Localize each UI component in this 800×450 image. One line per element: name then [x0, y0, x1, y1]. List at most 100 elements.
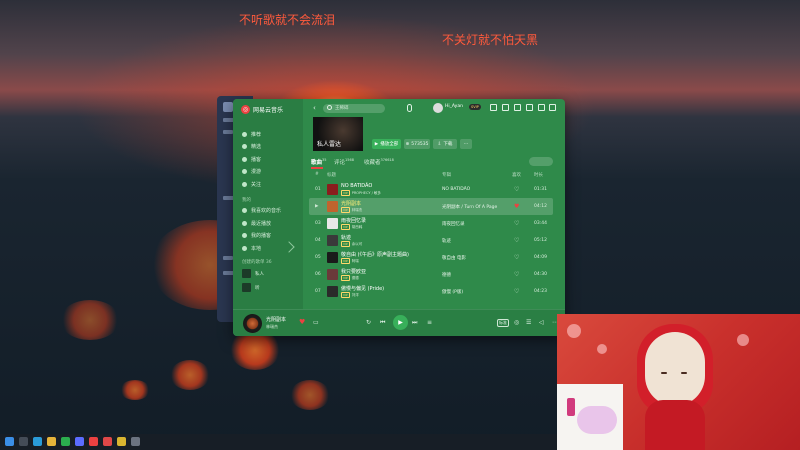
back-arrow-icon[interactable]: ‹ [313, 104, 316, 112]
track-artist[interactable]: 胡西韩 [352, 225, 363, 229]
now-playing-artist[interactable]: 林瑞杰 [266, 324, 278, 330]
like-heart-icon[interactable]: ♡ [514, 220, 519, 227]
sidebar-item-recommend[interactable]: 推荐 [239, 128, 297, 141]
download-button[interactable]: ⇩ 下载 [433, 139, 457, 149]
netease-music-icon[interactable] [89, 437, 98, 446]
minimize-icon[interactable] [538, 104, 545, 111]
playlist-search-input[interactable] [529, 157, 553, 166]
quality-badge[interactable]: 标准 [497, 319, 509, 327]
now-playing-cover[interactable] [243, 314, 262, 333]
folder-icon[interactable] [47, 437, 56, 446]
compass-icon [242, 144, 247, 150]
track-artist[interactable]: 德德 [352, 276, 359, 280]
prev-icon[interactable]: ⏮ [380, 319, 385, 327]
header-album[interactable]: 专辑 [442, 172, 451, 178]
track-artist[interactable]: 林瑞杰 [352, 208, 363, 212]
collect-button[interactable]: ⊕ 573535 [404, 139, 430, 149]
voice-search-icon[interactable] [407, 104, 412, 112]
track-album[interactable]: 雨夜回忆录 [442, 221, 465, 227]
track-duration: 03:44 [534, 221, 547, 226]
track-row[interactable]: 06 我只要欧亚 VIP 德德 德德 ♡ 04:30 [309, 266, 553, 283]
like-heart-icon[interactable]: ♡ [514, 271, 519, 278]
sidebar-playlist[interactable]: 私人 [239, 267, 297, 281]
wallpaper-glow [120, 380, 150, 400]
start-icon[interactable] [5, 437, 14, 446]
track-artist[interactable]: PROPHECY / 敏多 [352, 191, 381, 195]
track-artist[interactable]: 阿瑞 [352, 259, 359, 263]
track-thumb [327, 269, 338, 280]
track-album[interactable]: NO BATIDÃO [442, 187, 470, 192]
like-heart-icon[interactable]: ♡ [514, 237, 519, 244]
mini-mode-icon[interactable] [526, 104, 533, 111]
now-playing-title[interactable]: 光阴副本 [266, 316, 286, 323]
app-icon[interactable] [75, 437, 84, 446]
sidebar-playlist[interactable]: 听 [239, 281, 297, 295]
track-row[interactable]: 04 轨迹 VIP 余以可 轨迹 ♡ 05:12 [309, 232, 553, 249]
search-icon[interactable] [19, 437, 28, 446]
track-album[interactable]: 光阴副本 / Turn Of A Page [442, 204, 497, 210]
liked-heart-icon[interactable]: ♥ [514, 203, 519, 210]
vip-badge[interactable]: SVIP [469, 104, 481, 110]
track-row[interactable]: 03 雨夜回忆录 VIP 胡西韩 雨夜回忆录 ♡ 03:44 [309, 215, 553, 232]
track-duration: 04:09 [534, 255, 547, 260]
sidebar-item-recent[interactable]: 最近播放 [239, 217, 297, 230]
netease-logo-icon: ◎ [241, 105, 250, 114]
header-title[interactable]: 标题 [327, 172, 336, 178]
sidebar-item-follow[interactable]: 关注 [239, 178, 297, 191]
maximize-icon[interactable] [549, 104, 556, 111]
tab-collectors[interactable]: 收藏者376618 [364, 158, 394, 166]
app-icon[interactable] [117, 437, 126, 446]
playlist-thumb [242, 269, 251, 278]
vip-tag: VIP [341, 224, 350, 230]
player-bar: 光阴副本 林瑞杰 ♥ ▭ ↻ ⏮ ▶ ⏭ ≡ 标准 ◎ ☰ ◁ ⋯ [233, 309, 565, 336]
settings-icon[interactable] [502, 104, 509, 111]
wechat-icon[interactable] [61, 437, 70, 446]
track-title: 我只要欧亚 [341, 269, 367, 275]
like-heart-icon[interactable]: ♡ [514, 254, 519, 261]
track-row-current[interactable]: ▶ 光阴副本 VIP 林瑞杰 光阴副本 / Turn Of A Page ♥ 04… [309, 198, 553, 215]
track-album[interactable]: 轨迹 [442, 238, 451, 244]
track-artist[interactable]: 刘洋 [352, 293, 359, 297]
track-index: 06 [315, 272, 321, 277]
comment-icon[interactable]: ▭ [313, 319, 319, 326]
lyrics-icon[interactable]: ≡ [427, 319, 432, 326]
track-row[interactable]: 05 敬自由 (《午后》原声副主题曲) VIP 阿瑞 敬自由 电影 ♡ 04:09 [309, 249, 553, 266]
lipstick-card [557, 384, 623, 450]
track-album[interactable]: 敬自由 电影 [442, 255, 466, 261]
header-duration[interactable]: 时长 [534, 172, 543, 178]
tab-comments[interactable]: 评论1568 [334, 158, 354, 166]
track-index: 07 [315, 289, 321, 294]
sidebar-item-featured[interactable]: 精选 [239, 141, 297, 154]
track-album[interactable]: 德德 [442, 272, 451, 278]
mail-icon[interactable] [490, 104, 497, 111]
sidebar-item-podcast[interactable]: 播客 [239, 153, 297, 166]
sound-effect-icon[interactable]: ◎ [514, 319, 519, 326]
track-row[interactable]: 01 NO BATIDÃO VIP PROPHECY / 敏多 NO BATIDÃ… [309, 181, 553, 198]
radio-icon [242, 169, 247, 175]
app-logo[interactable]: ◎ 网易云音乐 [241, 105, 283, 114]
more-button[interactable]: ··· [460, 139, 472, 149]
repeat-icon[interactable]: ↻ [366, 319, 371, 326]
settings-icon[interactable] [131, 437, 140, 446]
sidebar-item-liked-music[interactable]: 我喜欢的音乐 [239, 205, 297, 218]
search-input[interactable]: 王稀碎 [323, 104, 385, 113]
app-icon[interactable] [103, 437, 112, 446]
video-overlay[interactable] [557, 314, 800, 450]
volume-icon[interactable]: ◁ [539, 319, 544, 326]
like-heart-icon[interactable]: ♥ [299, 318, 305, 326]
skin-icon[interactable] [514, 104, 521, 111]
tab-songs[interactable]: 歌曲35 [311, 158, 326, 166]
track-row[interactable]: 07 傲慢与偏见 (Pride) VIP 刘洋 傲慢 (P版) ♡ 04:23 [309, 283, 553, 300]
edge-icon[interactable] [33, 437, 42, 446]
track-album[interactable]: 傲慢 (P版) [442, 289, 463, 295]
next-icon[interactable]: ⏭ [412, 319, 417, 327]
like-heart-icon[interactable]: ♡ [514, 288, 519, 295]
user-name[interactable]: Hi_Ayan [445, 104, 463, 109]
like-heart-icon[interactable]: ♡ [514, 186, 519, 193]
play-all-button[interactable]: ▶ 播放全部 [372, 139, 401, 149]
playlist-queue-icon[interactable]: ☰ [526, 319, 531, 326]
avatar[interactable] [433, 103, 443, 113]
play-pause-button[interactable]: ▶ [393, 315, 408, 330]
track-artist[interactable]: 余以可 [352, 242, 363, 246]
sidebar-item-roam[interactable]: 漫游 [239, 166, 297, 179]
